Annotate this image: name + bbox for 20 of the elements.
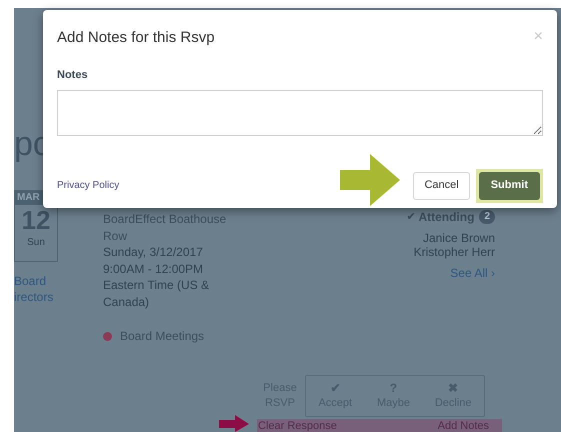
cross-icon: ✖ <box>448 381 458 396</box>
cancel-button[interactable]: Cancel <box>413 172 470 200</box>
arrow-icon <box>219 415 249 432</box>
event-date: Sunday, 3/12/2017 <box>103 244 204 260</box>
group-link[interactable]: Board irectors <box>14 273 54 305</box>
question-icon: ? <box>390 381 398 396</box>
arrow-icon <box>340 154 400 206</box>
submit-button[interactable]: Submit <box>478 172 540 200</box>
privacy-policy-link[interactable]: Privacy Policy <box>57 178 120 193</box>
event-timezone: Eastern Time (US & Canada) <box>103 277 210 310</box>
attendee-name: Janice Brown <box>422 231 495 245</box>
notes-field[interactable] <box>57 90 543 136</box>
check-icon: ✔ <box>406 210 416 224</box>
modal-title: Add Notes for this Rsvp <box>57 28 215 48</box>
see-all-link[interactable]: See All › <box>450 266 495 280</box>
event-time: 9:00AM - 12:00PM <box>103 260 204 277</box>
date-weekday: Sun <box>27 236 45 250</box>
attendee-name: Kristopher Herr <box>414 245 495 259</box>
notes-label: Notes <box>57 68 89 83</box>
check-icon: ✔ <box>330 381 340 396</box>
